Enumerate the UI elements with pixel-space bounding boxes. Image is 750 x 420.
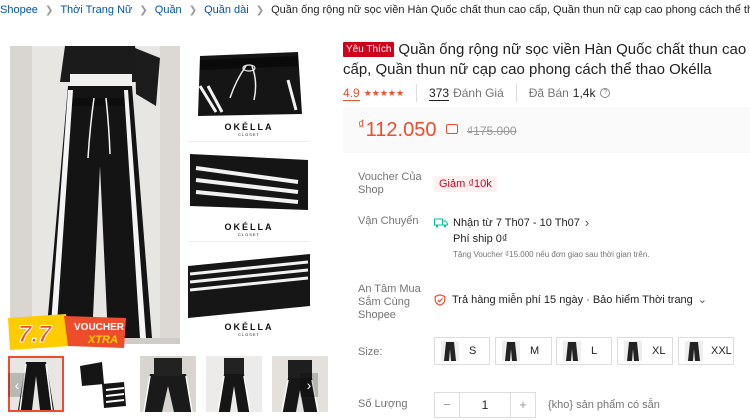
size-option-xl[interactable]: XL xyxy=(617,337,673,365)
truck-icon xyxy=(434,218,448,227)
breadcrumb: Shopee ❯ Thời Trang Nữ ❯ Quần ❯ Quần dài… xyxy=(0,2,750,18)
voucher-chip[interactable]: Giảm ₫10k xyxy=(434,176,497,192)
chevron-right-icon: › xyxy=(584,215,590,230)
next-image-button[interactable]: › xyxy=(300,373,318,397)
main-product-image[interactable] xyxy=(10,46,180,344)
stock-available: {kho} sản phẩm có sẵn xyxy=(548,399,660,411)
size-option-label: XXL xyxy=(711,345,732,357)
chevron-right-icon: ❯ xyxy=(188,4,198,16)
waistband-photo xyxy=(188,46,310,120)
chevron-right-icon: ❯ xyxy=(139,4,148,16)
thumbnail-3[interactable] xyxy=(140,356,196,412)
breadcrumb-long-pants[interactable]: Quần dài xyxy=(204,4,249,16)
size-option-l[interactable]: L xyxy=(556,337,612,365)
divider xyxy=(515,84,517,102)
thumbnail-4[interactable] xyxy=(206,356,262,412)
size-thumb-image xyxy=(441,341,459,361)
guarantee-info[interactable]: Trả hàng miễn phí 15 ngày · Bảo hiểm Thờ… xyxy=(434,293,707,306)
breadcrumb-shopee[interactable]: Shopee xyxy=(0,4,38,16)
detail-tile-hem: OKÉLLA CLOSET xyxy=(188,146,310,242)
reviews-count[interactable]: 373 xyxy=(429,86,450,101)
size-option-xxl[interactable]: XXL xyxy=(678,337,734,365)
sold-label: Đã Bán xyxy=(528,86,569,100)
size-option-label: XL xyxy=(652,345,666,357)
size-option-s[interactable]: S xyxy=(434,337,490,365)
size-option-label: S xyxy=(469,345,477,357)
quantity-input[interactable]: 1 xyxy=(460,392,510,418)
product-title-text: Quần ống rộng nữ sọc viền Hàn Quốc chất … xyxy=(343,41,747,78)
hem-stripes-photo xyxy=(188,146,310,220)
quantity-stepper: − 1 + {kho} sản phẩm có sẵn xyxy=(434,392,660,418)
price-section: ₫112.050 ₫175.000 xyxy=(343,107,750,153)
shipping-note: Tặng Voucher ₫15.000 nếu đơn giao sau th… xyxy=(453,250,650,259)
sold-count: 1,4k xyxy=(572,86,596,100)
size-option-label: M xyxy=(530,345,540,357)
thumbnail-2[interactable] xyxy=(74,356,130,412)
quantity-label: Số Lượng xyxy=(358,398,408,410)
breadcrumb-womens-fashion[interactable]: Thời Trang Nữ xyxy=(60,4,132,16)
chevron-down-icon: ⌄ xyxy=(697,294,708,306)
shipping-label: Vận Chuyển xyxy=(358,215,419,227)
size-option-m[interactable]: M xyxy=(495,337,552,365)
star-rating-icon: ★★★★★ xyxy=(363,87,405,98)
chevron-right-icon: ❯ xyxy=(255,4,265,16)
side-stripe-photo xyxy=(188,246,310,320)
divider xyxy=(416,84,418,102)
detail-tile-side: OKÉLLA CLOSET xyxy=(188,246,310,342)
breadcrumb-current: Quần ống rộng nữ sọc viền Hàn Quốc chất … xyxy=(271,4,750,16)
voucher-label: Voucher Của Shop xyxy=(358,171,422,196)
promo-line2: XTRA xyxy=(87,334,118,346)
breadcrumb-pants[interactable]: Quần xyxy=(155,4,182,16)
size-thumb-image xyxy=(685,341,703,361)
brand-logo: OKÉLLA CLOSET xyxy=(224,322,274,337)
increase-quantity-button[interactable]: + xyxy=(510,392,536,418)
prev-image-button[interactable]: ‹ xyxy=(8,373,26,397)
size-option-label: L xyxy=(591,345,598,357)
size-thumb-image xyxy=(624,341,642,361)
guarantee-label: An Tâm Mua Sắm Cùng Shopee xyxy=(358,283,421,321)
brand-logo: OKÉLLA CLOSET xyxy=(224,222,274,237)
model-photo xyxy=(10,46,180,344)
rating-value[interactable]: 4.9 xyxy=(343,86,360,101)
size-thumb-image xyxy=(502,341,520,361)
size-label: Size: xyxy=(358,346,383,358)
thumbnail-strip: ‹ › xyxy=(0,356,328,414)
current-price: ₫112.050 xyxy=(358,117,437,141)
detail-tile-waist: OKÉLLA CLOSET xyxy=(188,46,310,142)
promo-badge: 7.7 VOUCHER XTRA xyxy=(8,312,126,350)
size-thumb-image xyxy=(563,341,581,361)
favorite-badge: Yêu Thích xyxy=(343,42,395,57)
shipping-fee: Phí ship 0₫ xyxy=(453,233,508,245)
reviews-label: Đánh Giá xyxy=(453,86,504,100)
chevron-right-icon: ❯ xyxy=(44,4,54,16)
original-price: ₫175.000 xyxy=(467,124,517,138)
voucher-xtra-badge: 7.7 VOUCHER XTRA xyxy=(8,314,126,350)
brand-logo: OKÉLLA CLOSET xyxy=(224,122,274,137)
price-tag-icon[interactable] xyxy=(446,124,458,134)
help-icon[interactable]: ? xyxy=(600,88,611,98)
delivery-date: Nhận từ 7 Th07 - 10 Th07 xyxy=(453,216,580,229)
promo-line1: VOUCHER xyxy=(74,322,125,333)
promo-big-text: 7.7 xyxy=(18,321,53,348)
detail-collage: OKÉLLA CLOSET OKÉLLA CLOSET OKÉLLA CLOSET xyxy=(186,46,310,342)
shield-icon xyxy=(434,293,446,306)
shipping-receive[interactable]: Nhận từ 7 Th07 - 10 Th07 › xyxy=(434,215,589,230)
guarantee-text: Trả hàng miễn phí 15 ngày · Bảo hiểm Thờ… xyxy=(452,293,693,306)
decrease-quantity-button[interactable]: − xyxy=(434,392,460,418)
product-title: Yêu Thích Quần ống rộng nữ sọc viền Hàn Q… xyxy=(343,40,750,80)
ratings-row: 4.9 ★★★★★ 373 Đánh Giá Đã Bán 1,4k ? xyxy=(343,84,611,102)
